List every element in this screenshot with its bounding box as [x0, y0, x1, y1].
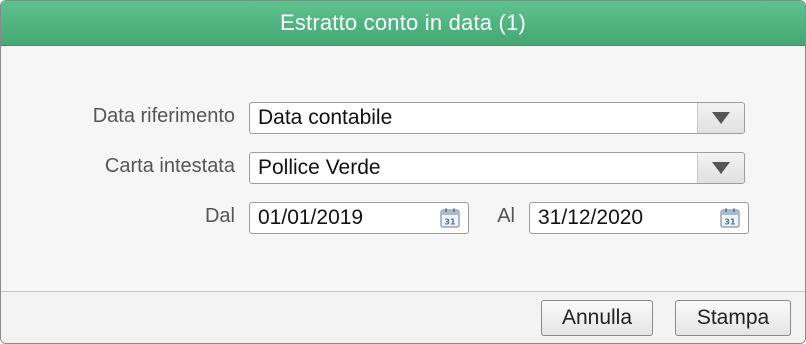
dialog-body: Data riferimento Data contabile Carta in…	[1, 46, 805, 291]
carta-intestata-label: Carta intestata	[104, 155, 235, 177]
dal-date-value: 01/01/2019	[258, 206, 364, 229]
dialog-footer: Annulla Stampa	[1, 292, 805, 343]
svg-text:31: 31	[444, 218, 456, 227]
al-label: Al	[497, 205, 515, 227]
dialog-titlebar[interactable]: Estratto conto in data (1)	[1, 1, 805, 46]
carta-intestata-select[interactable]: Pollice Verde	[249, 152, 745, 184]
cancel-button[interactable]: Annulla	[541, 300, 653, 336]
al-date-value: 31/12/2020	[538, 206, 644, 229]
data-riferimento-value: Data contabile	[258, 106, 393, 129]
svg-text:31: 31	[724, 218, 736, 227]
print-button[interactable]: Stampa	[675, 300, 791, 336]
statement-dialog: Estratto conto in data (1) Data riferime…	[0, 0, 806, 344]
chevron-down-icon	[712, 162, 730, 174]
dal-date-field[interactable]: 01/01/2019 31	[249, 202, 469, 234]
carta-intestata-value: Pollice Verde	[258, 156, 381, 179]
data-riferimento-dropdown-button[interactable]	[697, 103, 744, 133]
dal-label: Dal	[204, 205, 235, 227]
chevron-down-icon	[712, 112, 730, 124]
calendar-icon[interactable]: 31	[440, 208, 460, 228]
carta-intestata-dropdown-button[interactable]	[697, 153, 744, 183]
dialog-title: Estratto conto in data (1)	[279, 10, 527, 35]
data-riferimento-select[interactable]: Data contabile	[249, 102, 745, 134]
calendar-icon[interactable]: 31	[720, 208, 740, 228]
al-date-field[interactable]: 31/12/2020 31	[529, 202, 749, 234]
data-riferimento-label: Data riferimento	[92, 105, 235, 127]
